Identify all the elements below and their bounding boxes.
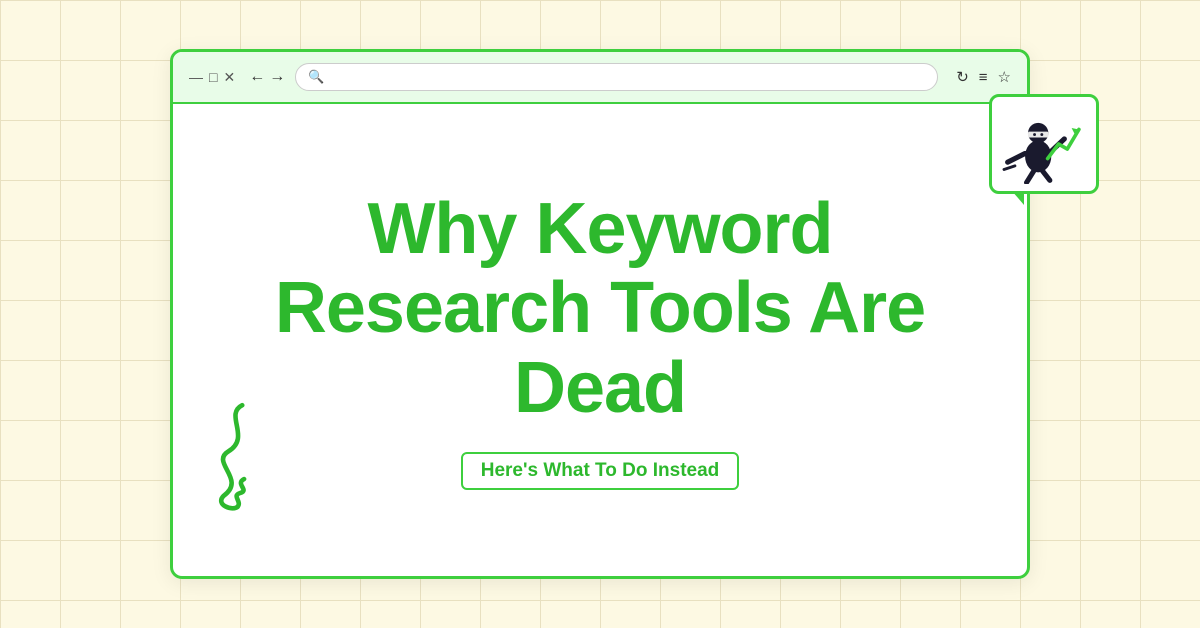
subtitle-text: Here's What To Do Instead xyxy=(481,460,720,481)
address-input[interactable] xyxy=(330,70,925,85)
close-button[interactable]: ✕ xyxy=(223,70,235,84)
subtitle-badge: Here's What To Do Instead xyxy=(461,452,740,490)
browser-toolbar: — □ ✕ ← → 🔍 ↻ ≡ ☆ xyxy=(173,52,1027,104)
main-title: Why Keyword Research Tools Are Dead xyxy=(233,190,967,428)
bookmark-icon[interactable]: ☆ xyxy=(998,68,1011,86)
search-icon: 🔍 xyxy=(308,69,324,85)
page-container: — □ ✕ ← → 🔍 ↻ ≡ ☆ xyxy=(0,0,1200,628)
browser-window: — □ ✕ ← → 🔍 ↻ ≡ ☆ xyxy=(170,49,1030,579)
window-controls: — □ ✕ xyxy=(189,70,235,84)
menu-icon[interactable]: ≡ xyxy=(979,69,988,86)
minimize-button[interactable]: — xyxy=(189,70,203,84)
ninja-icon xyxy=(999,104,1089,184)
refresh-icon[interactable]: ↻ xyxy=(956,68,969,86)
forward-button[interactable]: → xyxy=(269,68,285,86)
maximize-button[interactable]: □ xyxy=(209,70,217,84)
address-bar[interactable]: 🔍 xyxy=(295,63,938,91)
browser-content: Why Keyword Research Tools Are Dead Here… xyxy=(173,104,1027,576)
decorative-squiggle xyxy=(203,396,263,516)
nav-arrows: ← → xyxy=(249,68,285,86)
back-button[interactable]: ← xyxy=(249,68,265,86)
toolbar-icons: ↻ ≡ ☆ xyxy=(956,68,1011,86)
ninja-illustration-box xyxy=(989,94,1099,194)
